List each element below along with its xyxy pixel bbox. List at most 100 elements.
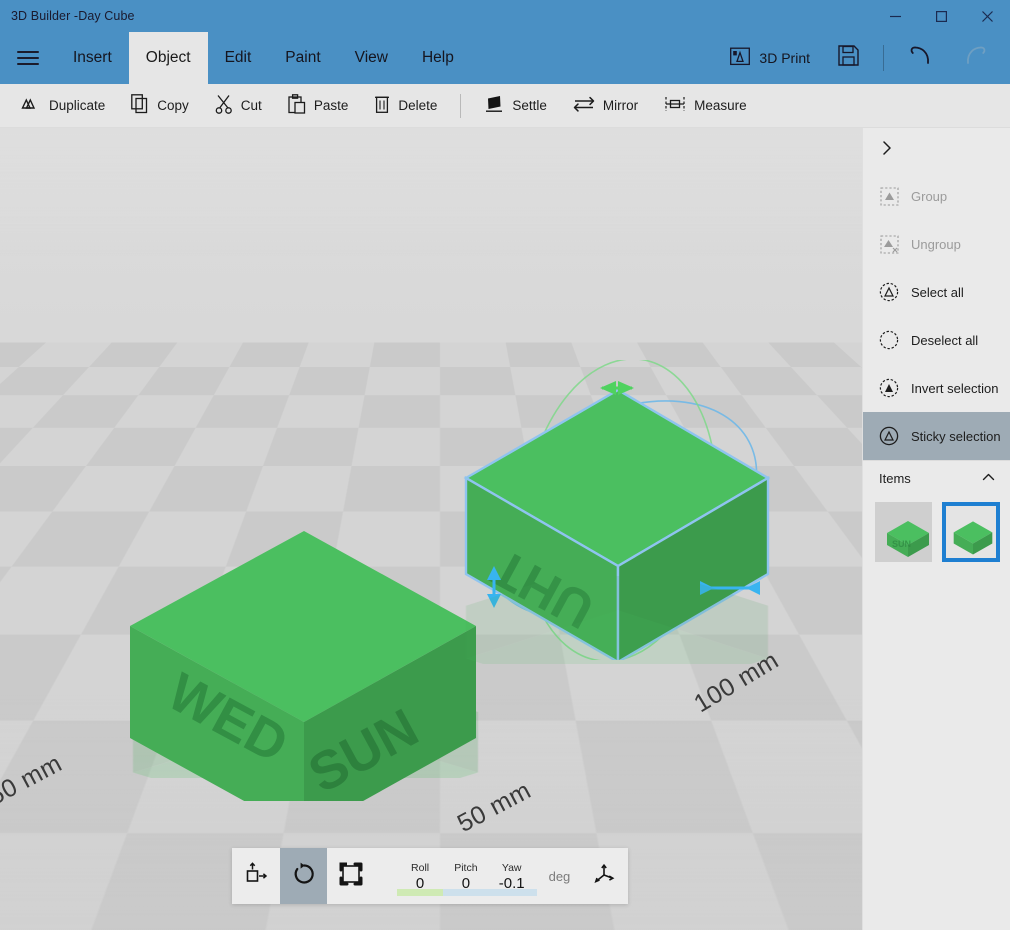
sidebar-item-invert-selection[interactable]: Invert selection [863, 364, 1010, 412]
measure-button[interactable]: Measure [651, 86, 760, 126]
save-button[interactable] [824, 32, 873, 84]
invert-selection-icon [879, 378, 899, 398]
menu-label: Object [146, 49, 191, 67]
sidebar-item-label: Select all [911, 285, 964, 300]
item-thumbnail-selected[interactable] [942, 502, 1000, 562]
sidebar-item-sticky-selection[interactable]: Sticky selection [863, 412, 1010, 460]
items-panel-title: Items [879, 471, 911, 486]
settle-icon [484, 94, 504, 117]
yaw-field[interactable]: Yaw -0.1 [489, 848, 535, 904]
menu-item-edit[interactable]: Edit [208, 32, 269, 84]
menu-item-help[interactable]: Help [405, 32, 471, 84]
copy-icon [131, 94, 149, 117]
copy-label: Copy [157, 98, 189, 113]
sidebar-item-label: Ungroup [911, 237, 961, 252]
sidebar-item-label: Deselect all [911, 333, 978, 348]
settle-label: Settle [512, 98, 547, 113]
cube-reflection [452, 576, 812, 664]
menu-bar-right-group: 3D Print [716, 32, 1010, 84]
menu-item-insert[interactable]: Insert [56, 32, 129, 84]
menu-label: Paint [285, 49, 320, 67]
scale-tool-button[interactable] [327, 848, 375, 904]
cut-label: Cut [241, 98, 262, 113]
save-icon [838, 45, 859, 71]
window-controls [872, 0, 1010, 32]
scissors-icon [215, 94, 233, 117]
roll-bar [397, 889, 445, 896]
print-3d-icon [730, 47, 750, 69]
close-button[interactable] [964, 0, 1010, 32]
pitch-label: Pitch [454, 862, 477, 874]
minimize-button[interactable] [872, 0, 918, 32]
measure-label: Measure [694, 98, 747, 113]
clipboard-icon [288, 94, 306, 117]
select-all-icon [879, 282, 899, 302]
menu-item-view[interactable]: View [338, 32, 405, 84]
toolbar-divider [460, 94, 461, 118]
items-panel-header[interactable]: Items [863, 460, 1010, 496]
transform-toolbar: Roll 0 Pitch 0 Yaw -0.1 deg [232, 848, 628, 904]
window-title: 3D Builder -Day Cube [0, 9, 135, 23]
sidebar-item-label: Invert selection [911, 381, 998, 396]
chevron-up-icon[interactable] [981, 470, 996, 488]
thumbnail-cube: SUN [883, 517, 925, 547]
menu-label: Help [422, 49, 454, 67]
sidebar-item-ungroup[interactable]: Ungroup [863, 220, 1010, 268]
paste-label: Paste [314, 98, 349, 113]
sidebar-item-label: Group [911, 189, 947, 204]
title-bar: 3D Builder -Day Cube [0, 0, 1010, 32]
undo-icon [908, 44, 934, 73]
hamburger-menu-icon[interactable] [0, 32, 56, 84]
item-thumbnail[interactable]: SUN [875, 502, 932, 562]
unit-label: deg [535, 869, 581, 884]
axis-icon [592, 862, 616, 891]
menu-label: Insert [73, 49, 112, 67]
sidebar-item-label: Sticky selection [911, 429, 1001, 444]
roll-label: Roll [411, 862, 429, 874]
cube-wed-sun[interactable]: WED SUN [126, 526, 486, 801]
redo-button[interactable] [948, 32, 1002, 84]
sidebar-item-deselect-all[interactable]: Deselect all [863, 316, 1010, 364]
settle-button[interactable]: Settle [471, 86, 560, 126]
redo-icon [962, 44, 988, 73]
duplicate-button[interactable]: Duplicate [8, 86, 118, 126]
menu-item-object[interactable]: Object [129, 32, 208, 84]
copy-button[interactable]: Copy [118, 86, 202, 126]
menu-label: Edit [225, 49, 252, 67]
3d-viewport[interactable]: 50 mm 50 mm 0 mm 100 mm WED SUN [0, 128, 862, 930]
yaw-bar [489, 889, 537, 896]
items-thumbnail-list: SUN [863, 496, 1010, 562]
pitch-field[interactable]: Pitch 0 [443, 848, 489, 904]
roll-field[interactable]: Roll 0 [397, 848, 443, 904]
scale-icon [339, 862, 363, 891]
scene-objects: WED SUN THU [0, 128, 862, 930]
axis-button[interactable] [580, 848, 628, 904]
rotate-tool-button[interactable] [280, 848, 328, 904]
print-3d-button[interactable]: 3D Print [716, 32, 824, 84]
sticky-selection-icon [879, 426, 899, 446]
sidebar-item-group[interactable]: Group [863, 172, 1010, 220]
right-sidebar: Group Ungroup Select all Deselec [862, 128, 1010, 930]
move-tool-button[interactable] [232, 848, 280, 904]
expand-panel-button[interactable] [863, 128, 1010, 172]
pitch-bar [443, 889, 491, 896]
chevron-right-icon [879, 140, 895, 161]
thumbnail-label: SUN [892, 539, 911, 549]
paste-button[interactable]: Paste [275, 86, 362, 126]
sidebar-item-select-all[interactable]: Select all [863, 268, 1010, 316]
delete-label: Delete [398, 98, 437, 113]
menu-label: View [355, 49, 388, 67]
menu-item-paint[interactable]: Paint [268, 32, 337, 84]
cut-button[interactable]: Cut [202, 86, 275, 126]
mirror-icon [573, 95, 595, 116]
maximize-button[interactable] [918, 0, 964, 32]
delete-button[interactable]: Delete [361, 86, 450, 126]
undo-button[interactable] [894, 32, 948, 84]
menu-divider [883, 45, 884, 71]
object-toolbar: Duplicate Copy Cut [0, 84, 1010, 128]
menu-bar: Insert Object Edit Paint View Help 3D Pr… [0, 32, 1010, 84]
duplicate-icon [21, 95, 41, 116]
thumbnail-cube [950, 517, 992, 547]
duplicate-label: Duplicate [49, 98, 105, 113]
mirror-button[interactable]: Mirror [560, 86, 651, 126]
